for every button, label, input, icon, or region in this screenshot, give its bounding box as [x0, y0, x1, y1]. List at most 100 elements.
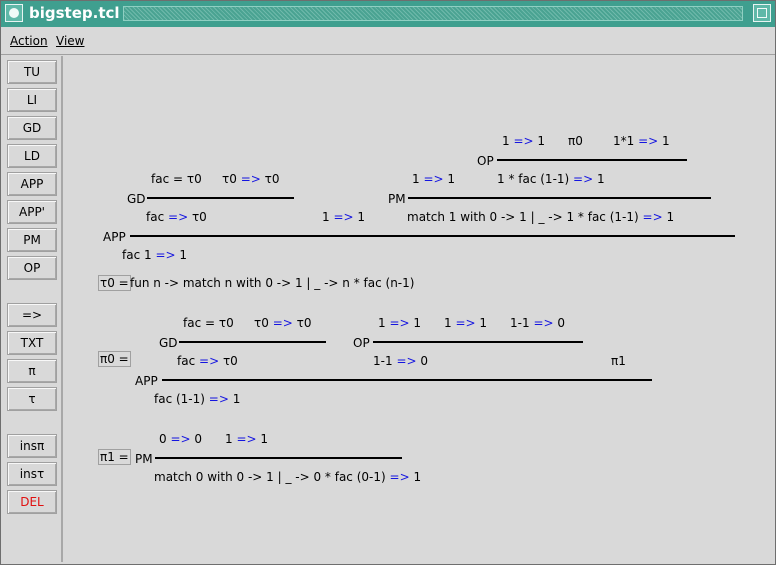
value: 1 [596, 172, 605, 186]
delete-button[interactable]: DEL [7, 490, 57, 514]
rule-label-app[interactable]: APP [135, 374, 158, 388]
arrow: => [240, 172, 261, 186]
judgement[interactable]: 1-1 => 0 [373, 354, 428, 368]
rule-label-op[interactable]: OP [353, 336, 370, 350]
judgement[interactable]: match 1 with 0 -> 1 | _ -> 1 * fac (1-1)… [407, 210, 674, 224]
judgement[interactable]: 1*1 => 1 [613, 134, 670, 148]
value: 0 [557, 316, 566, 330]
value: 1 [179, 248, 188, 262]
pi-button[interactable]: π [7, 359, 57, 383]
gd-button[interactable]: GD [7, 116, 57, 140]
rule-line [147, 197, 294, 199]
ld-button[interactable]: LD [7, 144, 57, 168]
li-button[interactable]: LI [7, 88, 57, 112]
app-prime-button[interactable]: APP' [7, 200, 57, 224]
pi1-label[interactable]: π1 = [98, 449, 131, 465]
arrow: => [533, 316, 554, 330]
expr: 1 [322, 210, 330, 224]
judgement[interactable]: fac => τ0 [146, 210, 207, 224]
premise[interactable]: fac = τ0 [151, 172, 202, 186]
judgement[interactable]: 1 => 1 [378, 316, 421, 330]
tu-button[interactable]: TU [7, 60, 57, 84]
arrow: => [455, 316, 476, 330]
expr: 1 [225, 432, 233, 446]
rule-label-app[interactable]: APP [103, 230, 126, 244]
arrow-button[interactable]: => [7, 303, 57, 327]
expr: fac 1 [122, 248, 152, 262]
app-button[interactable]: APP [7, 172, 57, 196]
arrow: => [272, 316, 293, 330]
pi0-label[interactable]: π0 = [98, 351, 131, 367]
arrow: => [236, 432, 257, 446]
judgement[interactable]: 1 => 1 [225, 432, 268, 446]
tau-button[interactable]: τ [7, 387, 57, 411]
judgement[interactable]: fac (1-1) => 1 [154, 392, 240, 406]
value: 1 [413, 316, 422, 330]
value: τ0 [222, 354, 238, 368]
rule-label-op[interactable]: OP [477, 154, 494, 168]
pi1-ref[interactable]: π1 [611, 354, 626, 368]
expr: 1 [502, 134, 510, 148]
expr: fac [146, 210, 165, 224]
value: 1 [479, 316, 488, 330]
arrow: => [155, 248, 176, 262]
arrow: => [642, 210, 663, 224]
value: τ0 [296, 316, 312, 330]
op-button[interactable]: OP [7, 256, 57, 280]
value: 1 [447, 172, 456, 186]
pm-button[interactable]: PM [7, 228, 57, 252]
pi0-ref[interactable]: π0 [568, 134, 583, 148]
title-drag-area[interactable] [123, 6, 743, 21]
arrow: => [396, 354, 417, 368]
derivation-canvas[interactable]: 1 => 1 π0 1*1 => 1 OP fac = τ0 τ0 => τ0 … [63, 56, 775, 564]
arrow: => [333, 210, 354, 224]
premise[interactable]: fac = τ0 [183, 316, 234, 330]
expr: 1-1 [373, 354, 393, 368]
title-bar[interactable]: bigstep.tcl [1, 1, 775, 27]
rule-label-pm[interactable]: PM [388, 192, 406, 206]
menu-action[interactable]: Action [10, 34, 48, 48]
judgement[interactable]: 1 => 1 [412, 172, 455, 186]
expr: τ0 [222, 172, 237, 186]
tau0-definition[interactable]: fun n -> match n with 0 -> 1 | _ -> n * … [130, 276, 414, 290]
maximize-button[interactable] [753, 4, 771, 22]
tau0-label[interactable]: τ0 = [98, 275, 131, 291]
rule-label-gd[interactable]: GD [127, 192, 146, 206]
judgement[interactable]: τ0 => τ0 [222, 172, 279, 186]
judgement[interactable]: 0 => 0 [159, 432, 202, 446]
judgement[interactable]: match 0 with 0 -> 1 | _ -> 0 * fac (0-1)… [154, 470, 421, 484]
judgement[interactable]: 1 => 1 [502, 134, 545, 148]
ins-pi-button[interactable]: insπ [7, 434, 57, 458]
rule-label-pm[interactable]: PM [135, 452, 153, 466]
value: 1 [413, 470, 422, 484]
judgement[interactable]: 1 => 1 [444, 316, 487, 330]
expr: fac [177, 354, 196, 368]
arrow: => [573, 172, 594, 186]
expr: 1-1 [510, 316, 530, 330]
expr: 1 [444, 316, 452, 330]
ins-tau-button[interactable]: insτ [7, 462, 57, 486]
rule-label-gd[interactable]: GD [159, 336, 178, 350]
value: 1 [537, 134, 546, 148]
value: 1 [662, 134, 670, 148]
arrow: => [170, 432, 191, 446]
txt-button[interactable]: TXT [7, 331, 57, 355]
value: 0 [420, 354, 429, 368]
expr: match 0 with 0 -> 1 | _ -> 0 * fac (0-1) [154, 470, 386, 484]
judgement[interactable]: τ0 => τ0 [254, 316, 311, 330]
rule-line [155, 457, 402, 459]
value: 1 [666, 210, 675, 224]
window-menu-icon [9, 8, 19, 18]
judgement[interactable]: 1-1 => 0 [510, 316, 565, 330]
rule-line [130, 235, 735, 237]
judgement[interactable]: fac => τ0 [177, 354, 238, 368]
window-menu-button[interactable] [5, 4, 23, 22]
toolbar: TU LI GD LD APP APP' PM OP => TXT π τ in… [3, 56, 63, 562]
judgement[interactable]: 1 * fac (1-1) => 1 [497, 172, 605, 186]
judgement[interactable]: fac 1 => 1 [122, 248, 187, 262]
menu-action-label: Action [10, 34, 48, 48]
value: 1 [357, 210, 366, 224]
menu-view[interactable]: View [56, 34, 84, 48]
judgement[interactable]: 1 => 1 [322, 210, 365, 224]
rule-line [497, 159, 687, 161]
